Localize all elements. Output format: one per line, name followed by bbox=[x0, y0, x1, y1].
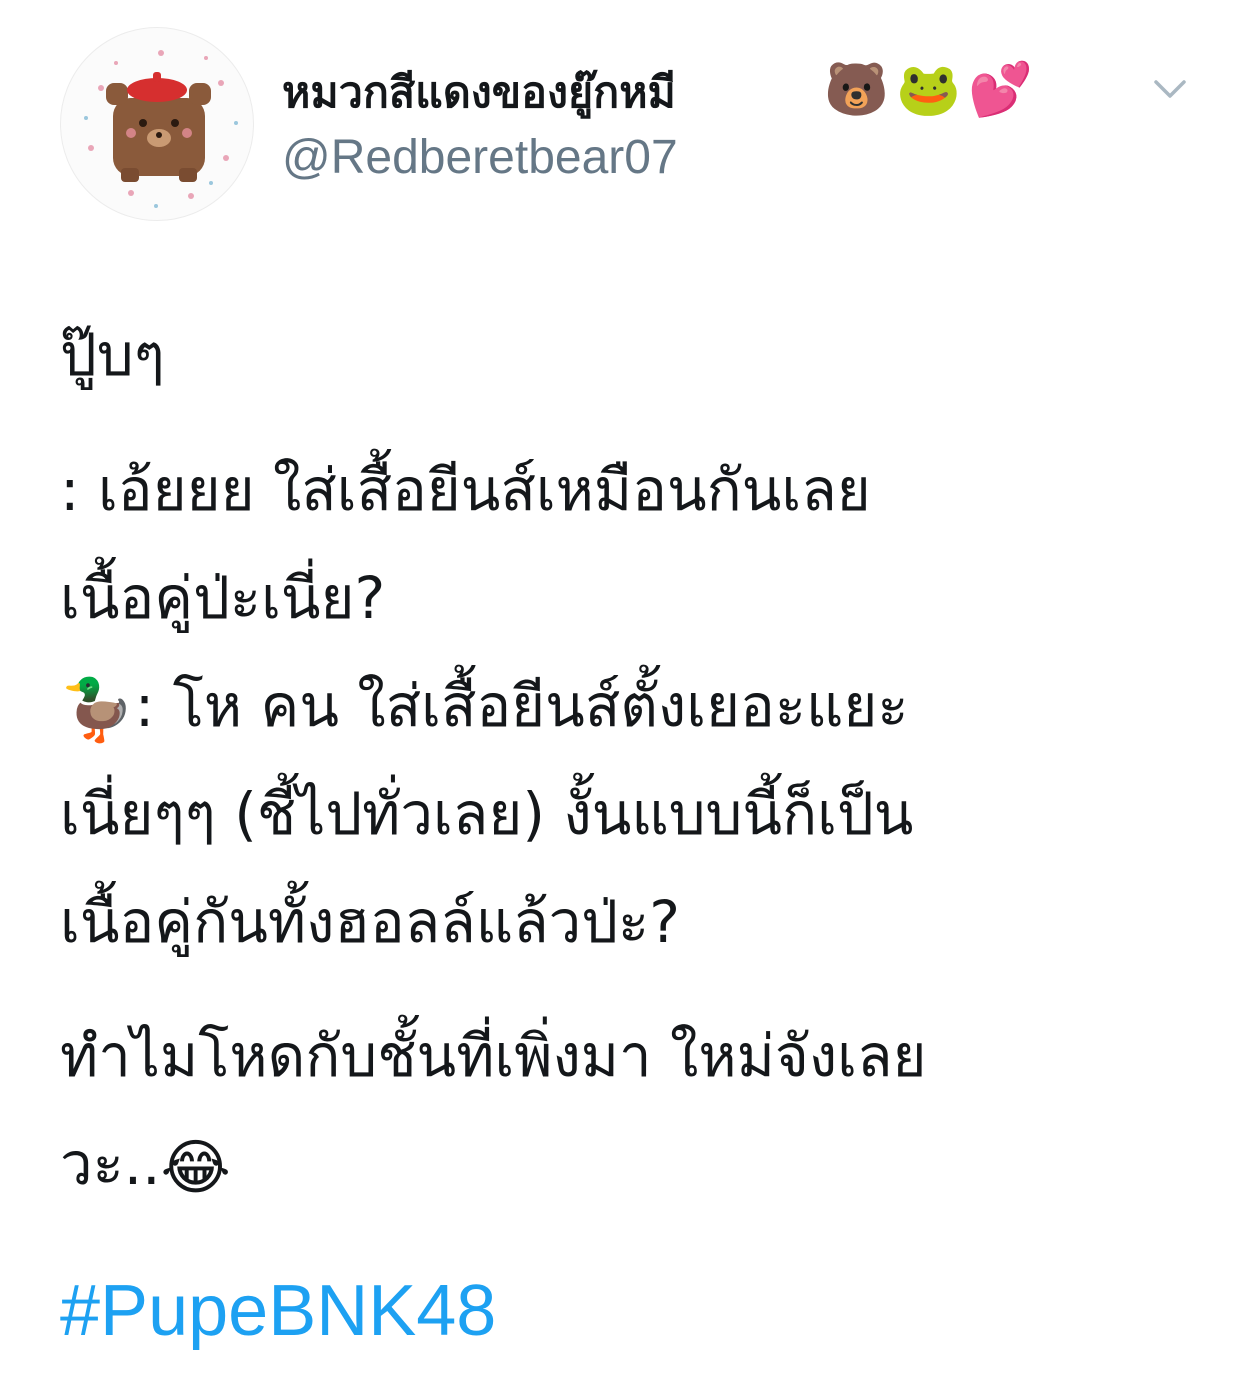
bear-face-emoji-icon: 🐻 bbox=[824, 60, 889, 120]
tweet-line: เนื้อคู่ป่ะเนี่ย? bbox=[60, 564, 386, 632]
two-hearts-emoji-icon: 💕 bbox=[968, 60, 1033, 120]
bear-avatar-icon bbox=[84, 50, 238, 208]
tweet-line: เนี่ยๆๆ (ชี้ไปทั่วเลย) งั้นแบบนี้ก็เป็น bbox=[60, 780, 914, 848]
frog-face-emoji-icon: 🐸 bbox=[896, 60, 961, 120]
avatar[interactable] bbox=[60, 27, 254, 221]
chevron-down-icon[interactable] bbox=[1148, 68, 1192, 112]
tweet-card: หมวกสีแดงของยู๊กหมี 🐻 🐸 💕 @Redberetbear0… bbox=[0, 0, 1242, 1378]
tweet-line-text: วะ.. bbox=[60, 1130, 161, 1198]
tweet-line-with-duck: 🦆: โห คน ใส่เสื้อยีนส์ตั้งเยอะแยะ bbox=[60, 656, 909, 756]
author-handle[interactable]: @Redberetbear07 bbox=[282, 128, 678, 188]
name-emoji-group: 🐻 🐸 💕 bbox=[824, 58, 1033, 122]
tweet-line: ปู๊บๆ bbox=[60, 321, 165, 389]
tweet-line-with-laugh: วะ..😂 bbox=[60, 1114, 231, 1214]
hashtag-link[interactable]: #PupeBNK48 bbox=[60, 1266, 496, 1356]
tweet-line-text: : โห คน ใส่เสื้อยีนส์ตั้งเยอะแยะ bbox=[134, 672, 909, 740]
tweet-line: ทำไมโหดกับชั้นที่เพิ่งมา ใหม่จังเลย bbox=[60, 1022, 927, 1090]
tweet-line: : เอ้ยยย ใส่เสื้อยีนส์เหมือนกันเลย bbox=[60, 456, 871, 524]
tweet-line: เนื้อคู่กันทั้งฮอลล์แล้วป่ะ? bbox=[60, 888, 680, 956]
duck-emoji-icon: 🦆 bbox=[60, 674, 135, 745]
face-with-tears-of-joy-emoji-icon: 😂 bbox=[160, 1132, 231, 1203]
author-display-name[interactable]: หมวกสีแดงของยู๊กหมี bbox=[282, 58, 676, 128]
